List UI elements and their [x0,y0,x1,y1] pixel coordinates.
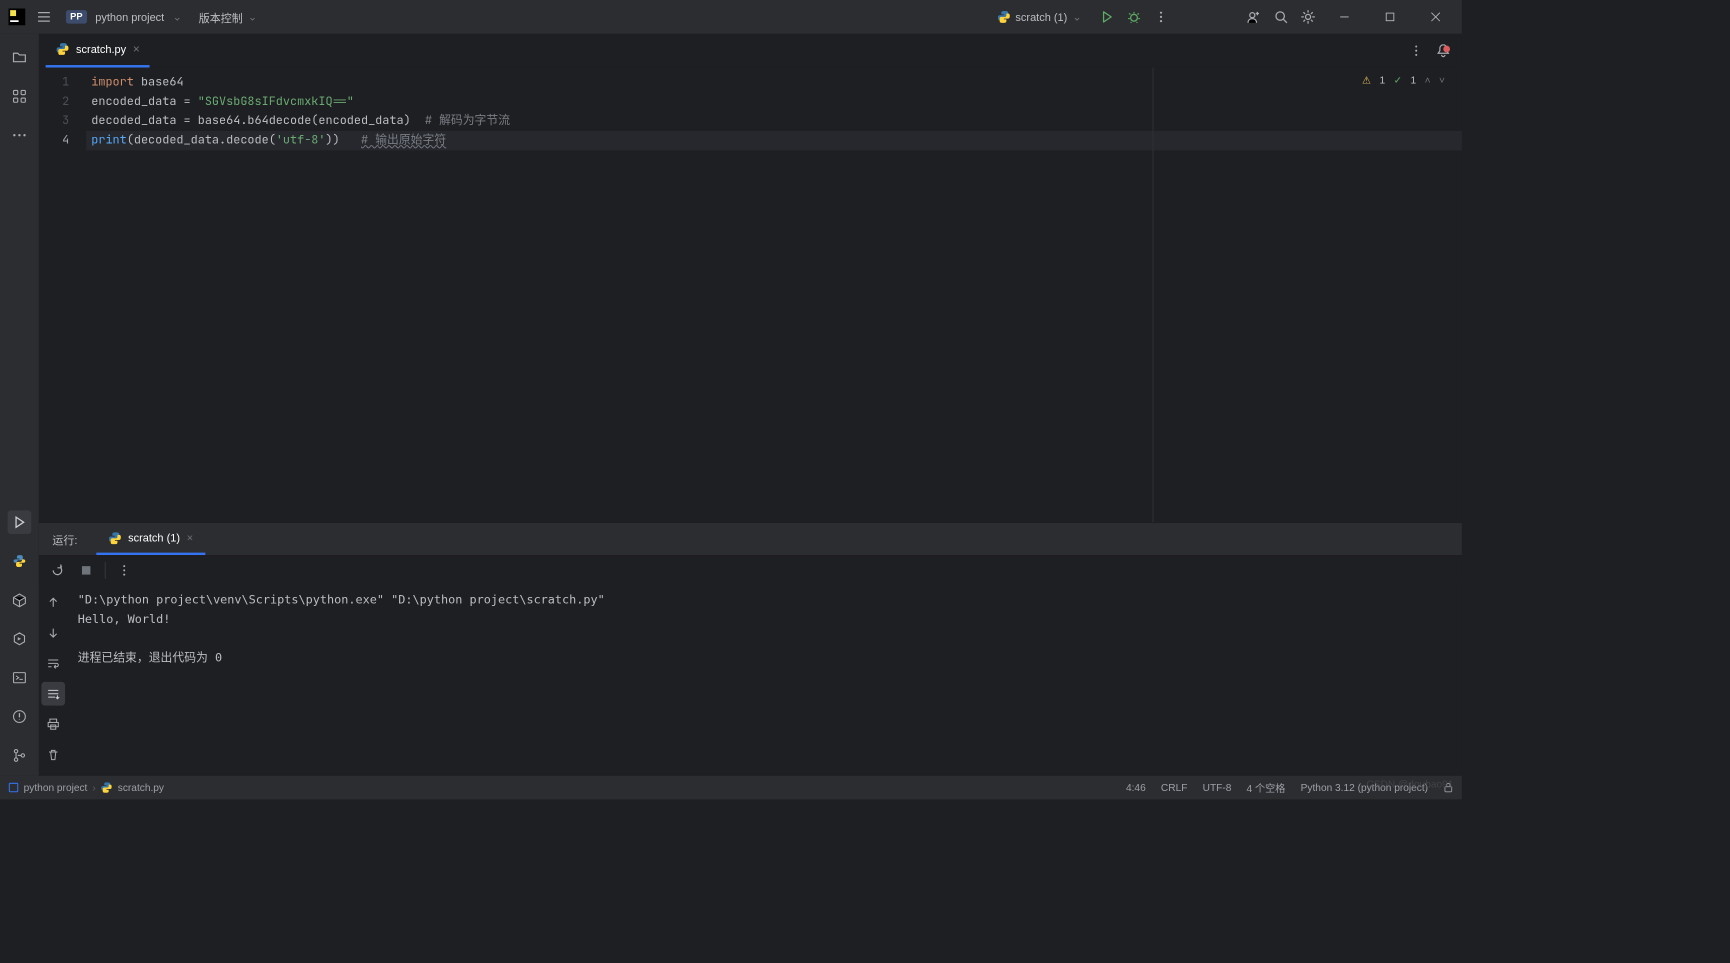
line-number[interactable]: 1 [39,73,86,92]
run-panel: 运行: scratch (1) × [39,522,1462,776]
stop-icon[interactable] [76,560,96,580]
chevron-down-icon: ⌄ [1072,10,1081,24]
run-config-selector[interactable]: scratch (1) ⌄ [997,10,1082,24]
code-with-me-icon[interactable] [1244,7,1264,27]
close-tab-icon[interactable]: × [133,42,140,56]
close-tab-icon[interactable]: × [187,532,193,545]
right-margin-ruler [1153,68,1154,523]
file-encoding[interactable]: UTF-8 [1203,782,1232,794]
code-area[interactable]: import base64 encoded_data = "SGVsbG8sIF… [86,68,1462,523]
project-name: python project [92,11,168,24]
tab-actions-icon[interactable] [1406,40,1426,60]
scroll-down-icon[interactable] [41,621,65,645]
more-tools-icon[interactable] [8,123,32,147]
line-number[interactable]: 4 [39,131,86,150]
statusbar: python project › scratch.py 4:46 CRLF UT… [0,776,1462,800]
run-toolbar [39,555,1462,584]
chevron-down-icon[interactable]: ˅ [1439,74,1445,86]
vcs-selector[interactable]: 版本控制 ⌄ [194,5,262,28]
window-close-button[interactable] [1416,0,1455,34]
services-icon[interactable] [8,627,32,651]
editor-tabs: scratch.py × [39,34,1462,68]
notification-dot [1443,45,1450,52]
chevron-down-icon: ⌄ [173,10,182,24]
python-console-icon[interactable] [8,549,32,573]
run-button[interactable] [1097,7,1117,27]
more-icon[interactable] [114,560,134,580]
structure-tool-icon[interactable] [8,85,32,109]
chevron-right-icon: › [92,782,95,794]
line-number[interactable]: 3 [39,112,86,131]
project-badge: PP [66,10,87,24]
main-column: scratch.py × 1 2 3 4 import base64 en [39,34,1462,776]
line-separator[interactable]: CRLF [1161,782,1187,794]
python-icon [108,531,122,545]
run-panel-tabs: 运行: scratch (1) × [39,523,1462,555]
vcs-label: 版本控制 [199,9,243,25]
breadcrumb-root: python project [24,782,88,794]
app-logo-icon[interactable] [7,7,27,27]
rerun-icon[interactable] [47,560,67,580]
run-tab-label: scratch (1) [128,532,180,545]
checkmark-icon: ✓ [1394,74,1403,86]
gutter: 1 2 3 4 [39,68,86,523]
run-side-toolbar [39,584,68,776]
breadcrumb-file: scratch.py [118,782,164,794]
run-output[interactable]: "D:\python project\venv\Scripts\python.e… [68,584,1462,776]
problems-tool-icon[interactable] [8,705,32,729]
run-tool-icon[interactable] [8,510,32,534]
terminal-tool-icon[interactable] [8,666,32,690]
inspection-widget[interactable]: ⚠1 ✓1 ˄ ˅ [1362,74,1445,86]
chevron-up-icon[interactable]: ˄ [1425,74,1431,86]
python-packages-icon[interactable] [8,588,32,612]
line-number[interactable]: 2 [39,92,86,111]
hamburger-menu-icon[interactable] [34,7,54,27]
python-file-icon [56,42,70,56]
project-tool-icon[interactable] [8,46,32,70]
scroll-to-end-icon[interactable] [41,682,65,706]
titlebar: PP python project ⌄ 版本控制 ⌄ scratch (1) ⌄ [0,0,1462,34]
soft-wrap-icon[interactable] [41,651,65,675]
cursor-position[interactable]: 4:46 [1126,782,1146,794]
editor-tab-scratch[interactable]: scratch.py × [46,33,150,67]
notifications-icon[interactable] [1433,40,1453,60]
more-actions-icon[interactable] [1151,7,1171,27]
vcs-tool-icon[interactable] [8,744,32,768]
module-icon [8,782,18,792]
print-icon[interactable] [41,712,65,736]
search-icon[interactable] [1271,7,1291,27]
python-icon [997,10,1011,24]
settings-icon[interactable] [1298,7,1318,27]
indent-setting[interactable]: 4 个空格 [1247,780,1286,794]
run-config-name: scratch (1) [1015,11,1067,24]
breadcrumb[interactable]: python project › scratch.py [8,782,164,794]
code-editor[interactable]: 1 2 3 4 import base64 encoded_data = "SG… [39,68,1462,523]
debug-button[interactable] [1124,7,1144,27]
run-tab-scratch[interactable]: scratch (1) × [96,523,205,555]
warning-icon: ⚠ [1362,74,1371,86]
editor-tab-label: scratch.py [76,43,126,56]
scroll-up-icon[interactable] [41,591,65,615]
left-tool-rail [0,34,39,776]
python-file-icon [101,782,113,794]
clear-icon[interactable] [41,743,65,767]
window-maximize-button[interactable] [1371,0,1410,34]
run-panel-title: 运行: [52,531,89,547]
chevron-down-icon: ⌄ [248,10,257,24]
project-selector[interactable]: PP python project ⌄ [61,7,187,27]
window-minimize-button[interactable] [1325,0,1364,34]
watermark: CSDN @doubao91 [1366,778,1453,790]
